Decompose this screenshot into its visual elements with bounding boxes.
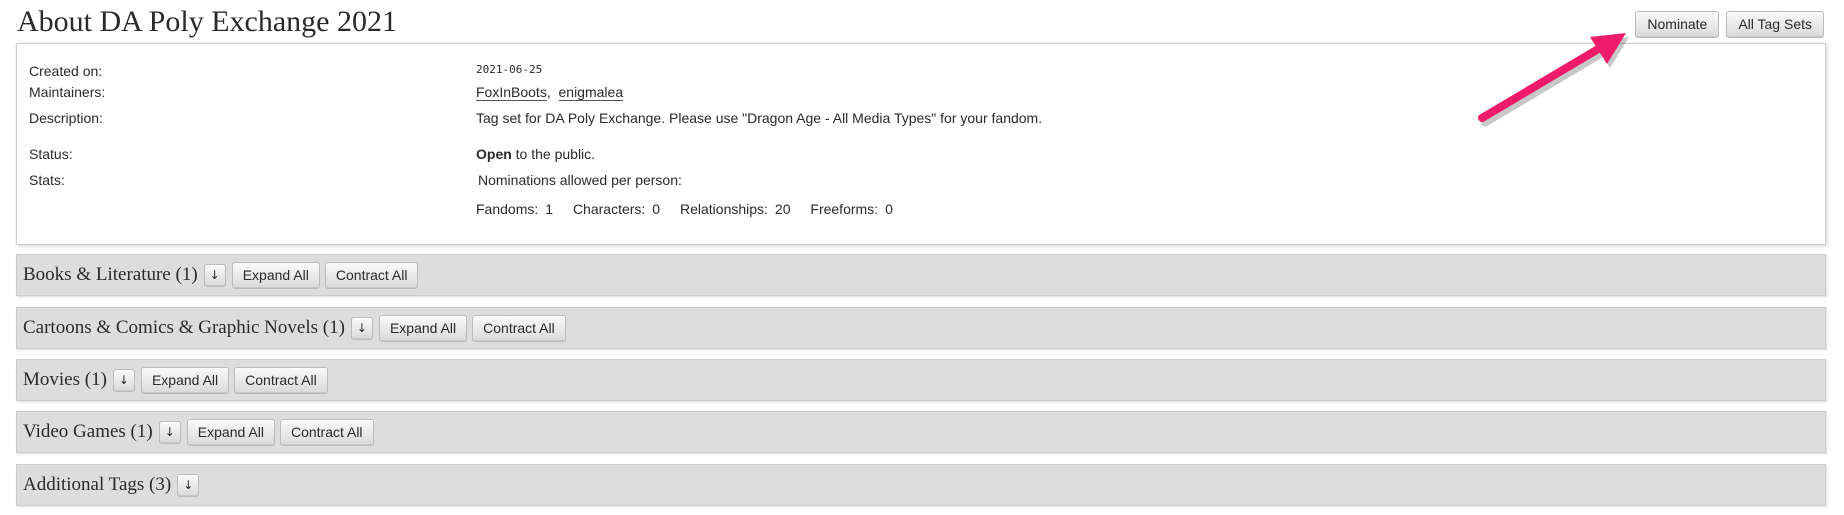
- maintainer-separator: ,: [546, 84, 551, 100]
- maintainer-link[interactable]: FoxInBoots: [476, 84, 547, 101]
- stat-relationships: Relationships: 20: [680, 201, 791, 217]
- stats-list: Fandoms: 1 Characters: 0 Relationships: 20 …: [476, 201, 909, 217]
- section-movies: Movies (1) ↓ Expand All Contract All: [16, 359, 1826, 401]
- stat-label: Freeforms:: [810, 201, 879, 217]
- section-cartoons-comics: Cartoons & Comics & Graphic Novels (1) ↓…: [16, 307, 1826, 349]
- section-title: Books & Literature (1): [23, 264, 198, 285]
- pointer-arrow-icon: [1478, 33, 1629, 127]
- section-title: Additional Tags (3): [23, 474, 172, 495]
- contract-all-button[interactable]: Contract All: [324, 261, 419, 289]
- contract-all-button[interactable]: Contract All: [234, 366, 328, 394]
- stat-freeforms: Freeforms: 0: [810, 201, 892, 217]
- section-title: Cartoons & Comics & Graphic Novels (1): [23, 317, 345, 338]
- contract-all-button[interactable]: Contract All: [279, 418, 374, 446]
- section-title: Video Games (1): [23, 421, 153, 442]
- contract-all-button[interactable]: Contract All: [472, 314, 566, 342]
- stat-value: 20: [774, 201, 791, 217]
- section-title: Movies (1): [23, 369, 107, 390]
- expand-all-button[interactable]: Expand All: [378, 314, 468, 342]
- expand-all-button[interactable]: Expand All: [186, 418, 275, 446]
- status-open: Open: [476, 146, 512, 162]
- created-value: 2021-06-25: [476, 63, 543, 76]
- stat-value: 0: [885, 201, 893, 217]
- stats-label: Stats:: [29, 172, 65, 188]
- nominations-text: Nominations allowed per person:: [478, 172, 682, 188]
- description-label: Description:: [29, 110, 103, 126]
- status-value: Open to the public.: [476, 146, 595, 162]
- section-toggle-button[interactable]: ↓: [177, 473, 200, 497]
- section-toggle-button[interactable]: ↓: [203, 263, 226, 287]
- maintainers-list: FoxInBoots, enigmalea: [476, 84, 624, 101]
- page-title: About DA Poly Exchange 2021: [17, 5, 397, 38]
- section-toggle-button[interactable]: ↓: [112, 368, 135, 392]
- created-label: Created on:: [29, 63, 103, 79]
- stat-fandoms: Fandoms: 1: [476, 201, 553, 217]
- status-rest: to the public.: [511, 146, 596, 162]
- section-additional-tags: Additional Tags (3) ↓: [16, 464, 1826, 506]
- top-actions: Nominate All Tag Sets: [1635, 11, 1824, 38]
- section-video-games: Video Games (1) ↓ Expand All Contract Al…: [16, 411, 1826, 453]
- description-value: Tag set for DA Poly Exchange. Please use…: [476, 110, 1043, 126]
- stat-characters: Characters: 0: [573, 201, 660, 217]
- maintainer-link[interactable]: enigmalea: [558, 84, 624, 101]
- section-books-literature: Books & Literature (1) ↓ Expand All Cont…: [16, 254, 1826, 296]
- section-toggle-button[interactable]: ↓: [158, 420, 181, 444]
- arrow-shaft: [1478, 38, 1614, 122]
- expand-all-button[interactable]: Expand All: [140, 366, 230, 394]
- stat-value: 1: [545, 201, 554, 217]
- maintainers-label: Maintainers:: [29, 84, 106, 100]
- section-toggle-button[interactable]: ↓: [350, 316, 373, 340]
- stat-value: 0: [652, 201, 661, 217]
- nominate-button[interactable]: Nominate: [1635, 11, 1720, 38]
- stat-label: Relationships:: [679, 201, 768, 217]
- tag-set-page: About DA Poly Exchange 2021 Nominate All…: [0, 0, 1844, 515]
- status-label: Status:: [29, 146, 73, 162]
- stat-label: Fandoms:: [476, 201, 539, 217]
- all-tag-sets-button[interactable]: All Tag Sets: [1726, 11, 1824, 38]
- stat-label: Characters:: [572, 201, 646, 217]
- expand-all-button[interactable]: Expand All: [231, 261, 320, 289]
